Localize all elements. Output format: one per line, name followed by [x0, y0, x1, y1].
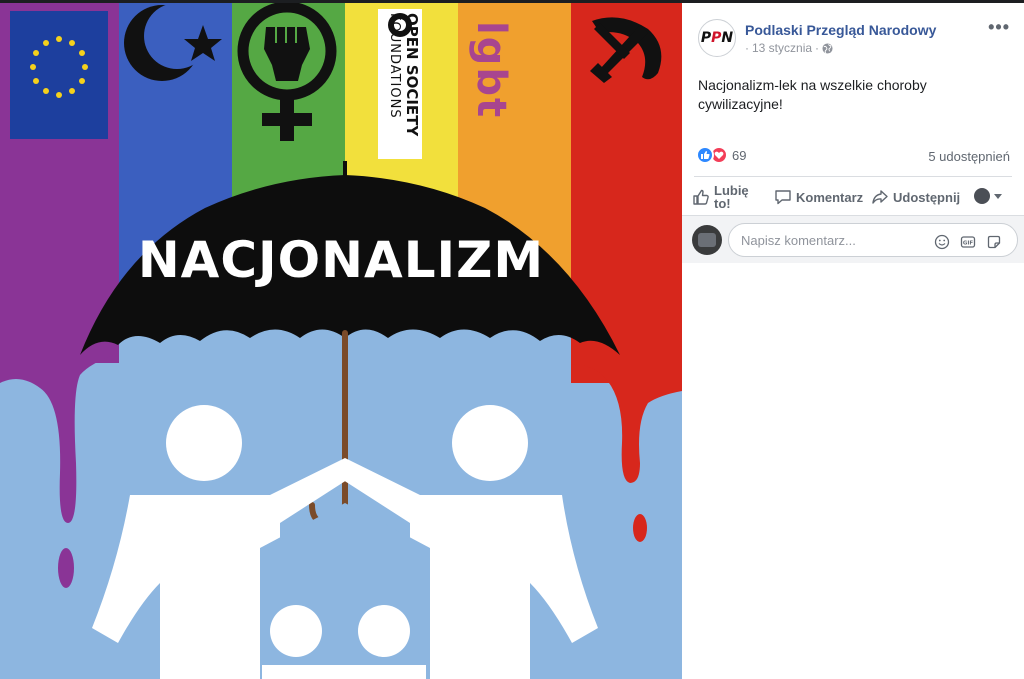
share-label: Udostępnij [893, 189, 961, 205]
nacjonalizm-illustration [0, 3, 682, 679]
umbrella-text: NACJONALIZM [137, 231, 545, 289]
profile-avatar-small [974, 188, 990, 204]
osf-logo-text: OPEN SOCIETY FOUNDATIONS [387, 13, 421, 137]
reactions-summary[interactable]: 69 [696, 146, 746, 164]
comment-bubble-icon [775, 190, 791, 205]
comment-composer: GIF [682, 215, 1024, 263]
page-avatar-text: PPN [700, 30, 734, 46]
comment-label: Komentarz [796, 189, 864, 205]
sticker-icon[interactable] [986, 234, 1002, 250]
comment-input-icons: GIF [934, 234, 1002, 250]
reaction-count: 69 [732, 147, 747, 163]
gif-icon[interactable]: GIF [960, 234, 976, 250]
post-as-selector[interactable] [974, 188, 1002, 204]
svg-text:GIF: GIF [963, 241, 974, 247]
meta-separator: · [745, 41, 749, 55]
comment-button[interactable]: Komentarz [774, 188, 863, 206]
more-options-icon[interactable]: ••• [988, 17, 1010, 38]
action-bar: Lubię to! Komentarz Udostępnij [690, 183, 1018, 213]
post-panel: PPN Podlaski Przegląd Narodowy · 13 styc… [682, 3, 1024, 679]
eu-flag-icon [10, 11, 108, 139]
like-reaction-icon [696, 146, 714, 164]
share-arrow-icon [872, 190, 888, 204]
share-button[interactable]: Udostępnij [871, 188, 960, 206]
post-image[interactable]: OPEN SOCIETY FOUNDATIONS lgbt NACJONALIZ… [0, 3, 682, 679]
commenter-avatar [692, 225, 722, 255]
like-label-line2: to! [714, 196, 731, 211]
like-button[interactable]: Lubię to! [692, 184, 749, 210]
globe-icon[interactable] [822, 42, 833, 54]
post-date[interactable]: 13 stycznia [752, 41, 812, 55]
emoji-icon[interactable] [934, 234, 950, 250]
thumbs-up-icon [693, 189, 709, 205]
meta-separator-2: · [815, 41, 820, 55]
page-avatar[interactable]: PPN [698, 19, 736, 57]
page-name-link[interactable]: Podlaski Przegląd Narodowy [745, 22, 936, 38]
chevron-down-icon [994, 193, 1002, 199]
post-meta: · 13 stycznia · [745, 41, 833, 55]
divider [694, 176, 1012, 177]
like-label: Lubię to! [714, 184, 749, 210]
post-text: Nacjonalizm-lek na wszelkie choroby cywi… [698, 77, 927, 112]
lgbt-logo-text: lgbt [468, 21, 514, 120]
shares-count[interactable]: 5 udostępnień [928, 149, 1010, 164]
